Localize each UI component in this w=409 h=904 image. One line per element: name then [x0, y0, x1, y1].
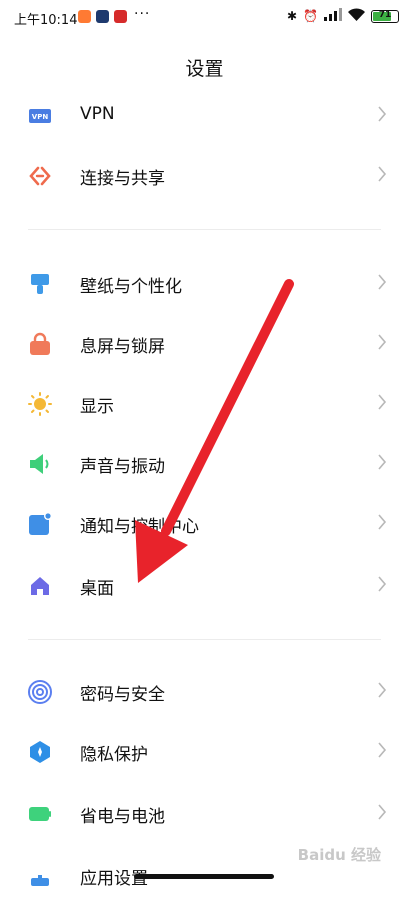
home-indicator[interactable] — [134, 874, 274, 879]
annotation-arrow — [135, 279, 294, 583]
baidu-watermark-logo: Baidu 经验 — [297, 846, 381, 864]
